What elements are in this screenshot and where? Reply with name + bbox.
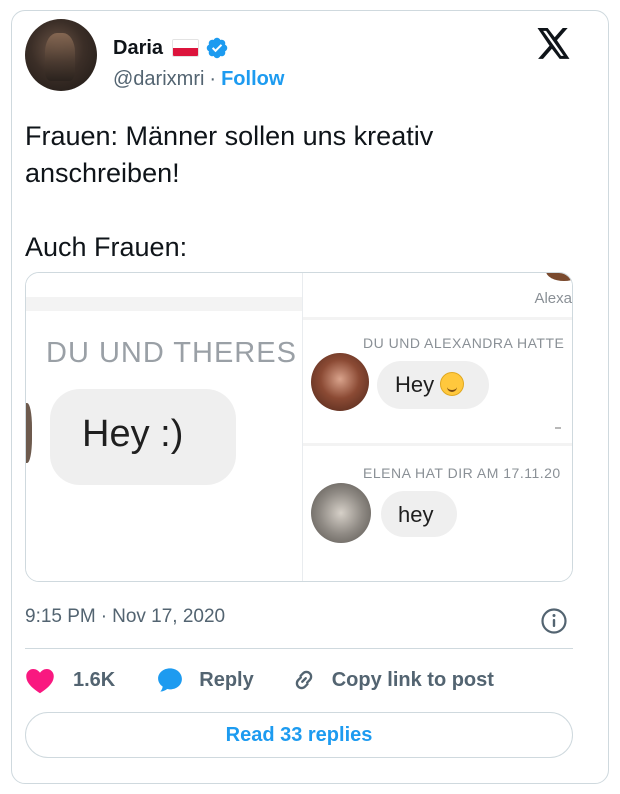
smiling-face-emoji-icon bbox=[440, 372, 465, 396]
speech-bubble-icon bbox=[158, 668, 183, 692]
like-count: 1.6K bbox=[73, 668, 116, 691]
conversation1-message-text: Hey bbox=[395, 372, 435, 397]
tiny-mark bbox=[555, 427, 561, 429]
timestamp-separator: · bbox=[100, 606, 108, 627]
conversation2-header: ELENA HAT DIR AM 17.11.20 bbox=[363, 465, 561, 481]
right-divider bbox=[303, 317, 572, 320]
author-avatar[interactable] bbox=[25, 19, 97, 91]
tweet-timestamp[interactable]: 9:15 PM · Nov 17, 2020 bbox=[25, 606, 225, 628]
author-handle-row: @darixmri · Follow bbox=[113, 68, 284, 91]
corner-avatar bbox=[546, 273, 572, 281]
like-button[interactable]: 1.6K bbox=[25, 666, 115, 694]
left-conversation-header: DU UND THERES bbox=[46, 337, 297, 369]
reply-label: Reply bbox=[199, 668, 254, 691]
author-name-row: Daria bbox=[113, 34, 229, 62]
heart-icon bbox=[26, 669, 54, 694]
info-icon[interactable] bbox=[540, 607, 568, 635]
media-left-panel: DU UND THERES Hey :) bbox=[26, 273, 302, 581]
left-topbar bbox=[26, 297, 302, 311]
author-name[interactable]: Daria bbox=[113, 37, 163, 60]
tweet-time: 9:15 PM bbox=[25, 606, 96, 627]
conversation2-avatar bbox=[311, 483, 371, 543]
tweet-media[interactable]: DU UND THERES Hey :) Alexa DU UND ALEXAN… bbox=[25, 272, 573, 582]
author-handle[interactable]: @darixmri bbox=[113, 68, 204, 91]
conversation1-message: Hey bbox=[395, 372, 465, 398]
actions-divider bbox=[25, 648, 573, 649]
read-replies-button[interactable]: Read 33 replies bbox=[25, 712, 573, 758]
link-icon bbox=[295, 670, 312, 690]
conversation1-avatar bbox=[311, 353, 369, 411]
read-replies-label: Read 33 replies bbox=[225, 723, 373, 746]
copy-link-label: Copy link to post bbox=[331, 668, 494, 691]
conversation2-message: hey bbox=[398, 502, 434, 527]
left-avatar bbox=[26, 403, 32, 463]
poland-flag-icon bbox=[172, 39, 200, 57]
follow-button[interactable]: Follow bbox=[221, 68, 284, 91]
right-divider-2 bbox=[303, 443, 572, 446]
handle-separator: · bbox=[209, 68, 217, 90]
media-right-panel: Alexa DU UND ALEXANDRA HATTE Hey ELENA H… bbox=[302, 273, 572, 581]
tweet-date: Nov 17, 2020 bbox=[112, 606, 226, 627]
copy-link-button[interactable]: Copy link to post bbox=[290, 666, 494, 694]
x-logo-icon[interactable] bbox=[537, 28, 571, 59]
tweet-text: Frauen: Männer sollen uns kreativ anschr… bbox=[25, 121, 434, 262]
left-message-text: Hey :) bbox=[82, 413, 184, 455]
reply-button[interactable]: Reply bbox=[155, 666, 254, 694]
conversation1-header: DU UND ALEXANDRA HATTE bbox=[363, 335, 565, 351]
tweet-actions: 1.6K Reply Copy link to post bbox=[25, 662, 494, 698]
verified-badge-icon bbox=[206, 37, 228, 59]
right-top-label: Alexa bbox=[534, 290, 572, 307]
